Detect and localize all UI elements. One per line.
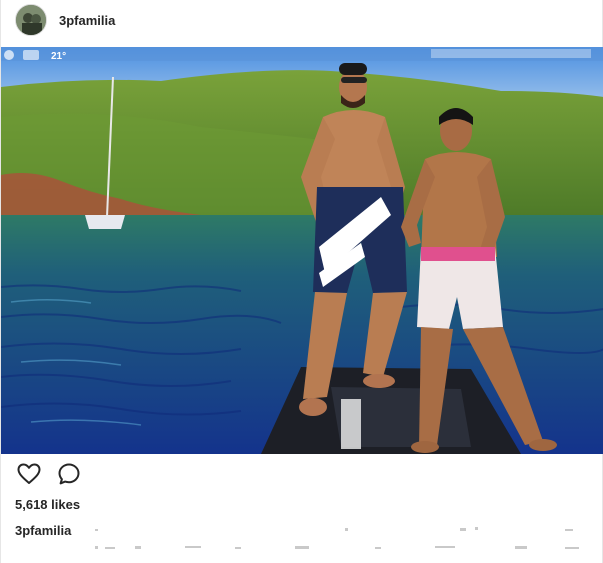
status-temp: 21°: [51, 51, 66, 62]
post-photo[interactable]: 21°: [1, 47, 603, 454]
instagram-post: 3pfamilia 21° 5,618 likes 3pfamilia: [0, 0, 603, 563]
avatar[interactable]: [15, 4, 47, 36]
post-header: 3pfamilia: [1, 0, 603, 40]
caption-faded-text: [95, 527, 579, 549]
comment-button[interactable]: [55, 462, 83, 490]
post-caption: 3pfamilia: [15, 522, 595, 549]
post-username[interactable]: 3pfamilia: [59, 13, 115, 28]
heart-outline-icon: [17, 463, 41, 490]
post-actions: [15, 462, 95, 490]
likes-count[interactable]: 5,618 likes: [15, 497, 80, 512]
like-button[interactable]: [15, 462, 43, 490]
caption-username[interactable]: 3pfamilia: [15, 523, 71, 538]
speech-bubble-icon: [57, 462, 81, 491]
